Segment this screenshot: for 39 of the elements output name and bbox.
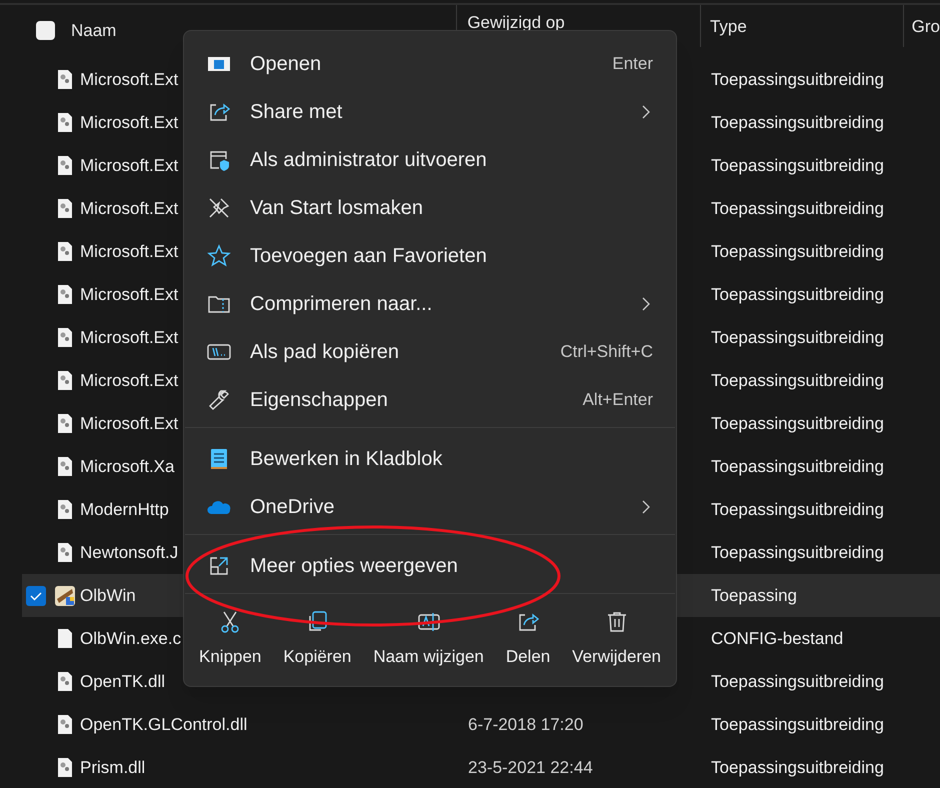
modified-date: 23-5-2021 22:44 xyxy=(468,758,593,777)
file-name: OpenTK.dll xyxy=(80,670,166,693)
file-type: Toepassingsuitbreiding xyxy=(711,112,884,132)
shortcut-label: Ctrl+Shift+C xyxy=(560,341,653,364)
file-type: Toepassing xyxy=(711,586,798,605)
file-type: Toepassingsuitbreiding xyxy=(711,284,884,304)
file-type: Toepassingsuitbreiding xyxy=(711,242,884,261)
file-type: Toepassingsuitbreiding xyxy=(711,542,884,562)
file-name: Microsoft.Ext xyxy=(80,198,178,220)
file-name: OpenTK.GLControl.dll xyxy=(80,714,248,736)
file-name: ModernHttp xyxy=(80,498,169,521)
file-type: Toepassingsuitbreiding xyxy=(711,500,884,519)
file-name: Microsoft.Ext xyxy=(80,68,178,91)
file-type: Toepassingsuitbreiding xyxy=(711,370,884,390)
file-type: Toepassingsuitbreiding xyxy=(711,198,884,218)
file-type: Toepassingsuitbreiding xyxy=(711,70,884,89)
file-type: Toepassingsuitbreiding xyxy=(711,714,884,734)
file-name: Microsoft.Ext xyxy=(80,412,178,435)
file-name: Microsoft.Ext xyxy=(80,284,178,306)
file-type: Toepassingsuitbreiding xyxy=(711,414,884,433)
file-type: CONFIG-bestand xyxy=(711,628,844,648)
file-type: Toepassingsuitbreiding xyxy=(711,328,884,347)
file-name: Microsoft.Ext xyxy=(80,370,178,392)
file-type: Toepassingsuitbreiding xyxy=(711,672,884,691)
file-name: Microsoft.Ext xyxy=(80,154,178,177)
shortcut-label: Alt+Enter xyxy=(582,389,653,412)
file-name: OlbWin xyxy=(80,584,136,607)
file-name: Microsoft.Ext xyxy=(80,326,178,349)
file-name: Prism.dll xyxy=(80,756,146,779)
file-name: Microsoft.Xa xyxy=(80,456,174,478)
file-type: Toepassingsuitbreiding xyxy=(711,758,884,777)
file-name: Newtonsoft.J xyxy=(80,542,178,564)
shortcut-label: Enter xyxy=(612,53,653,76)
modified-date: 6-7-2018 17:20 xyxy=(468,714,584,734)
file-type: Toepassingsuitbreiding xyxy=(711,456,884,476)
file-name: OlbWin.exe.c xyxy=(80,628,182,650)
file-name: Microsoft.Ext xyxy=(80,240,178,263)
file-type: Toepassingsuitbreiding xyxy=(711,156,884,175)
file-name: Microsoft.Ext xyxy=(80,112,178,134)
